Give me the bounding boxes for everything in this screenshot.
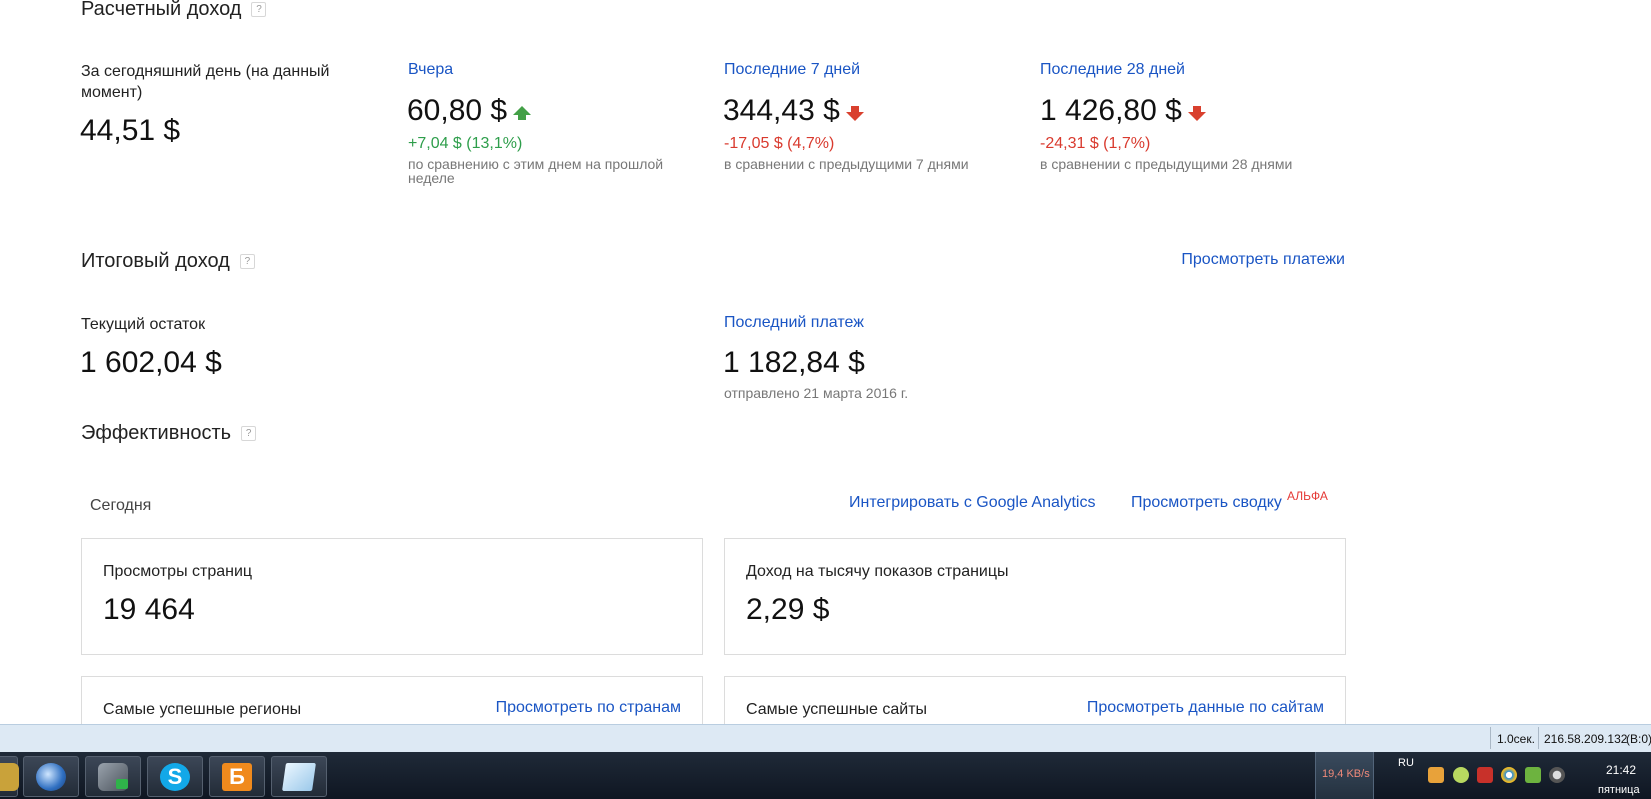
arrow-up-icon bbox=[513, 105, 532, 120]
yesterday-link[interactable]: Вчера bbox=[408, 61, 453, 79]
help-icon[interactable]: ? bbox=[239, 254, 255, 269]
help-icon[interactable]: ? bbox=[251, 2, 267, 17]
last28-value-row: 1 426,80 $ bbox=[1040, 94, 1206, 128]
last7-change: -17,05 $ (4,7%) bbox=[724, 135, 835, 152]
top-regions-card: Самые успешные регионы Просмотреть по ст… bbox=[81, 676, 703, 724]
adsense-dashboard: Расчетный доход? За сегодняшний день (на… bbox=[0, 0, 1651, 724]
last28-value: 1 426,80 $ bbox=[1040, 94, 1182, 127]
last-payment-note: отправлено 21 марта 2016 г. bbox=[724, 385, 909, 401]
taskbar-app-button[interactable] bbox=[85, 756, 141, 797]
last7-value: 344,43 $ bbox=[723, 94, 840, 127]
estimated-earnings-title-text: Расчетный доход bbox=[81, 0, 242, 20]
top-sites-card: Самые успешные сайты Просмотреть данные … bbox=[724, 676, 1346, 724]
taskbar-app-button[interactable] bbox=[0, 756, 19, 797]
last-payment-link[interactable]: Последний платеж bbox=[724, 314, 864, 332]
help-icon[interactable]: ? bbox=[241, 426, 257, 441]
clock-day[interactable]: пятница bbox=[1598, 784, 1640, 796]
last28-change: -24,31 $ (1,7%) bbox=[1040, 135, 1151, 152]
arrow-down-icon bbox=[845, 105, 864, 121]
alpha-badge: АЛЬФА bbox=[1286, 489, 1328, 503]
thunderbird-icon bbox=[36, 763, 66, 791]
notepad-icon bbox=[282, 763, 316, 791]
rpm-card: Доход на тысячу показов страницы 2,29 $ bbox=[724, 538, 1346, 655]
skype-icon: S bbox=[160, 763, 190, 791]
b-app-icon: Б bbox=[222, 763, 252, 791]
green-arrow-icon bbox=[116, 779, 128, 789]
status-divider bbox=[1538, 727, 1539, 749]
period-selector[interactable]: Сегодня bbox=[90, 495, 151, 516]
view-by-country-link[interactable]: Просмотреть по странам bbox=[496, 699, 681, 717]
nvidia-icon[interactable] bbox=[1525, 767, 1541, 783]
view-summary-link[interactable]: Просмотреть сводку bbox=[1131, 494, 1282, 511]
language-indicator[interactable]: RU bbox=[1398, 757, 1414, 769]
top-regions-label: Самые успешные регионы bbox=[103, 701, 302, 718]
pageviews-card: Просмотры страниц 19 464 bbox=[81, 538, 703, 655]
taskbar-app-button[interactable]: Б bbox=[209, 756, 265, 797]
pageviews-label: Просмотры страниц bbox=[103, 563, 253, 580]
estimated-earnings-title: Расчетный доход? bbox=[81, 0, 267, 21]
last28-note: в сравнении с предыдущими 28 днями bbox=[1040, 156, 1293, 172]
balance-label: Текущий остаток bbox=[81, 316, 206, 333]
last-payment-value: 1 182,84 $ bbox=[723, 346, 865, 379]
taskbar-app-button[interactable]: S bbox=[147, 756, 203, 797]
clock-time[interactable]: 21:42 bbox=[1606, 763, 1636, 777]
today-label: За сегодняшний день (на данный момент) bbox=[81, 63, 330, 101]
yesterday-note: по сравнению с этим днем на прошлой неде… bbox=[408, 156, 664, 186]
view-payments-link[interactable]: Просмотреть платежи bbox=[1181, 251, 1345, 269]
pdf-reader-icon[interactable] bbox=[1477, 767, 1493, 783]
rpm-label: Доход на тысячу показов страницы bbox=[746, 563, 1009, 580]
browser-icon[interactable] bbox=[1501, 767, 1517, 783]
yesterday-value-row: 60,80 $ bbox=[407, 94, 532, 128]
folder-icon bbox=[0, 763, 19, 791]
arrow-down-icon bbox=[1187, 105, 1206, 121]
final-earnings-title: Итоговый доход? bbox=[81, 250, 255, 273]
network-speed-widget[interactable]: 19,4 KB/s bbox=[1315, 752, 1374, 799]
pageviews-value: 19 464 bbox=[103, 593, 195, 626]
performance-title-text: Эффективность bbox=[81, 422, 232, 444]
status-divider bbox=[1490, 727, 1491, 749]
windows-taskbar: S Б 19,4 KB/s RU 21:42 пятница bbox=[0, 752, 1651, 799]
view-summary-group: Просмотреть сводку АЛЬФА bbox=[1131, 489, 1328, 512]
last7-value-row: 344,43 $ bbox=[723, 94, 864, 128]
tray-chat-icon[interactable] bbox=[1453, 767, 1469, 783]
rpm-value: 2,29 $ bbox=[746, 593, 830, 626]
server-ip: 216.58.209.132 bbox=[1544, 732, 1628, 746]
performance-title: Эффективность? bbox=[81, 422, 257, 445]
today-value: 44,51 $ bbox=[80, 114, 181, 147]
tray-app-icon[interactable] bbox=[1428, 767, 1444, 783]
last7-link[interactable]: Последние 7 дней bbox=[724, 61, 860, 79]
yesterday-change: +7,04 $ (13,1%) bbox=[408, 135, 523, 152]
taskbar-app-button[interactable] bbox=[23, 756, 79, 797]
load-time: 1.0сек. bbox=[1497, 732, 1535, 746]
balance-value: 1 602,04 $ bbox=[80, 346, 222, 379]
top-sites-label: Самые успешные сайты bbox=[746, 701, 928, 718]
last7-note: в сравнении с предыдущими 7 днями bbox=[724, 156, 969, 172]
yesterday-value: 60,80 $ bbox=[407, 94, 508, 127]
status-suffix: (B:0) bbox=[1626, 732, 1651, 746]
view-by-sites-link[interactable]: Просмотреть данные по сайтам bbox=[1087, 699, 1324, 717]
last28-link[interactable]: Последние 28 дней bbox=[1040, 61, 1185, 79]
net-speed: 19,4 KB/s bbox=[1322, 768, 1370, 780]
integrate-analytics-link[interactable]: Интегрировать с Google Analytics bbox=[849, 494, 1095, 512]
taskbar-app-button[interactable] bbox=[271, 756, 327, 797]
final-earnings-title-text: Итоговый доход bbox=[81, 250, 230, 272]
browser-status-bar: 1.0сек. 216.58.209.132 (B:0) bbox=[0, 724, 1651, 753]
settings-icon[interactable] bbox=[1549, 767, 1565, 783]
